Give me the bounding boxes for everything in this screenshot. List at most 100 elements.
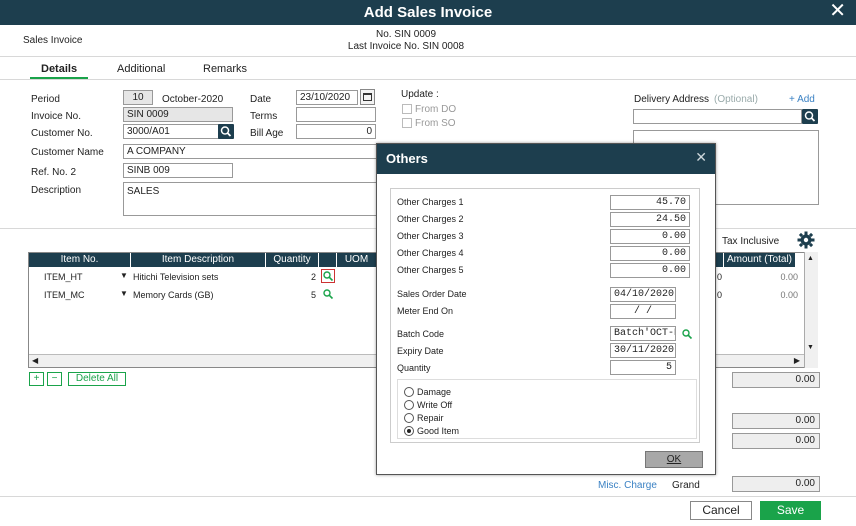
col-header-blank <box>319 253 337 267</box>
meter-end-label: Meter End On <box>397 306 454 316</box>
ref-no-label: Ref. No. 2 <box>31 167 77 178</box>
add-row-button[interactable]: + <box>29 372 44 386</box>
col-header-uom[interactable]: UOM <box>337 253 377 267</box>
calendar-icon[interactable] <box>360 89 375 105</box>
other-charges-field[interactable]: 0.00 <box>610 246 690 261</box>
total-field: 0.00 <box>732 413 820 429</box>
vertical-scrollbar[interactable]: ▲ ▼ <box>804 252 818 368</box>
other-charges-label: Other Charges 3 <box>397 231 464 241</box>
customer-search-button[interactable] <box>218 124 234 139</box>
description-field[interactable]: SALES <box>123 182 377 216</box>
bill-age-field[interactable]: 0 <box>296 124 376 139</box>
ref-no-field[interactable]: SINB 009 <box>123 163 233 178</box>
batch-code-label: Batch Code <box>397 329 445 339</box>
radio-damage-label: Damage <box>417 387 452 397</box>
total-field: 0.00 <box>732 372 820 388</box>
search-icon <box>804 111 816 122</box>
dialog-header: Others ✕ <box>377 144 715 174</box>
gear-icon[interactable] <box>797 231 815 249</box>
misc-charge-link[interactable]: Misc. Charge <box>598 480 657 491</box>
tab-additional[interactable]: Additional <box>117 63 165 75</box>
other-charges-label: Other Charges 4 <box>397 248 464 258</box>
bill-age-label: Bill Age <box>250 128 284 139</box>
row-item-no[interactable]: ITEM_HT <box>44 272 83 282</box>
customer-name-field[interactable]: A COMPANY <box>123 144 377 159</box>
quantity-field[interactable]: 5 <box>610 360 676 375</box>
scroll-right-icon: ▶ <box>793 356 800 365</box>
period-number: 10 <box>123 90 153 105</box>
sales-order-date-field[interactable]: 04/10/2020 <box>610 287 676 302</box>
row-description[interactable]: Memory Cards (GB) <box>133 290 214 300</box>
row-description[interactable]: Hitichi Television sets <box>133 272 218 282</box>
expiry-date-field[interactable]: 30/11/2020 <box>610 343 676 358</box>
row-quantity[interactable]: 5 <box>300 290 316 300</box>
search-icon <box>323 289 334 300</box>
from-do-checkbox[interactable] <box>402 104 412 114</box>
save-button[interactable]: Save <box>760 501 821 520</box>
window-title: Add Sales Invoice <box>363 4 493 21</box>
row-search-button[interactable] <box>322 288 335 301</box>
other-charges-label: Other Charges 5 <box>397 265 464 275</box>
search-icon <box>323 271 334 282</box>
doc-number: No. SIN 0009 <box>375 29 437 40</box>
delivery-search-button[interactable] <box>802 109 818 124</box>
divider <box>0 79 856 80</box>
customer-no-label: Customer No. <box>31 128 93 139</box>
dialog-title: Others <box>386 151 428 166</box>
row-item-no[interactable]: ITEM_MC <box>44 290 85 300</box>
date-input[interactable]: 23/10/2020 <box>296 90 358 105</box>
row-quantity[interactable]: 2 <box>300 272 316 282</box>
row-dropdown-icon[interactable]: ▼ <box>120 271 128 280</box>
customer-no-field[interactable]: 3000/A01 <box>123 124 219 139</box>
col-header-amount[interactable]: Amount (Total) <box>724 253 796 267</box>
dialog-close-icon[interactable]: ✕ <box>695 149 707 166</box>
radio-repair-label: Repair <box>417 413 444 423</box>
tax-inclusive-label: Tax Inclusive <box>722 236 780 247</box>
radio-repair[interactable] <box>404 413 414 423</box>
date-label: Date <box>250 94 272 105</box>
ok-button[interactable]: OK <box>645 451 703 468</box>
radio-write-off[interactable] <box>404 400 414 410</box>
close-icon[interactable]: ✕ <box>829 1 846 21</box>
scroll-down-icon: ▼ <box>807 344 814 351</box>
scroll-up-icon: ▲ <box>807 255 814 262</box>
add-delivery-link[interactable]: + Add <box>789 94 815 105</box>
search-icon <box>220 126 232 137</box>
terms-field[interactable] <box>296 107 376 122</box>
other-charges-field[interactable]: 24.50 <box>610 212 690 227</box>
remove-row-button[interactable]: − <box>47 372 62 386</box>
divider <box>0 56 856 57</box>
col-header-item-no[interactable]: Item No. <box>29 253 131 267</box>
period-name: October-2020 <box>162 94 224 105</box>
delete-all-button[interactable]: Delete All <box>68 372 126 386</box>
other-charges-field[interactable]: 0.00 <box>610 263 690 278</box>
batch-search-icon[interactable] <box>681 328 693 340</box>
meter-end-field[interactable]: / / <box>610 304 676 319</box>
other-charges-label: Other Charges 2 <box>397 214 464 224</box>
description-label: Description <box>31 185 82 196</box>
expiry-date-label: Expiry Date <box>397 346 444 356</box>
last-invoice-number: Last Invoice No. SIN 0008 <box>347 41 465 52</box>
batch-code-field[interactable]: Batch'OCT-N <box>610 326 676 341</box>
col-header-item-description[interactable]: Item Description <box>131 253 266 267</box>
delivery-optional: (Optional) <box>714 94 758 105</box>
tab-details[interactable]: Details <box>41 63 77 75</box>
others-dialog: Others ✕ Other Charges 1 45.70 Other Cha… <box>376 143 716 475</box>
from-so-checkbox[interactable] <box>402 118 412 128</box>
radio-damage[interactable] <box>404 387 414 397</box>
row-dropdown-icon[interactable]: ▼ <box>120 289 128 298</box>
sales-order-date-label: Sales Order Date <box>397 289 467 299</box>
from-do-label: From DO <box>415 104 457 115</box>
cancel-button[interactable]: Cancel <box>690 501 752 520</box>
row-search-button[interactable] <box>321 269 335 283</box>
total-field: 0.00 <box>732 433 820 449</box>
other-charges-field[interactable]: 0.00 <box>610 229 690 244</box>
grand-total-label: Grand <box>672 480 700 491</box>
tab-remarks[interactable]: Remarks <box>203 63 247 75</box>
row-amount: 0.00 <box>780 272 798 282</box>
other-charges-field[interactable]: 45.70 <box>610 195 690 210</box>
col-header-quantity[interactable]: Quantity <box>266 253 319 267</box>
delivery-address-input[interactable] <box>633 109 802 124</box>
scroll-left-icon: ◀ <box>32 356 39 365</box>
radio-good-item[interactable] <box>404 426 414 436</box>
